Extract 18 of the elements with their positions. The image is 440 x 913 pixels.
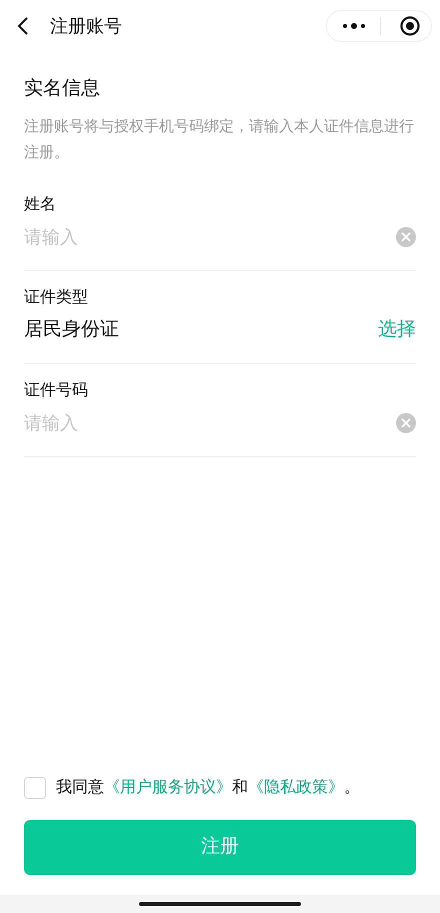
page-title: 注册账号	[50, 14, 122, 38]
section-title: 实名信息	[24, 77, 101, 101]
selected-value: 居民身份证	[24, 318, 119, 342]
input-field[interactable]: 请输入	[24, 224, 396, 250]
field-label: 姓名	[24, 195, 57, 215]
close-icon[interactable]	[399, 15, 421, 37]
agreement-link[interactable]: 《用户服务协议》	[104, 779, 232, 796]
section-description: 注册账号将与授权手机号码绑定，请输入本人证件信息进行注册。	[24, 117, 415, 163]
field-label: 证件类型	[24, 288, 89, 308]
select-link[interactable]: 选择	[378, 317, 416, 343]
more-icon[interactable]	[341, 22, 367, 30]
agree-checkbox[interactable]	[24, 777, 46, 799]
back-icon[interactable]	[16, 16, 30, 36]
agreement-link[interactable]: 《隐私政策》	[248, 779, 344, 796]
input-field[interactable]: 请输入	[24, 410, 396, 436]
agreement-text: 我同意《用户服务协议》和《隐私政策》。	[56, 778, 360, 798]
register-button[interactable]: 注册	[24, 820, 416, 875]
field-label: 证件号码	[24, 381, 89, 401]
